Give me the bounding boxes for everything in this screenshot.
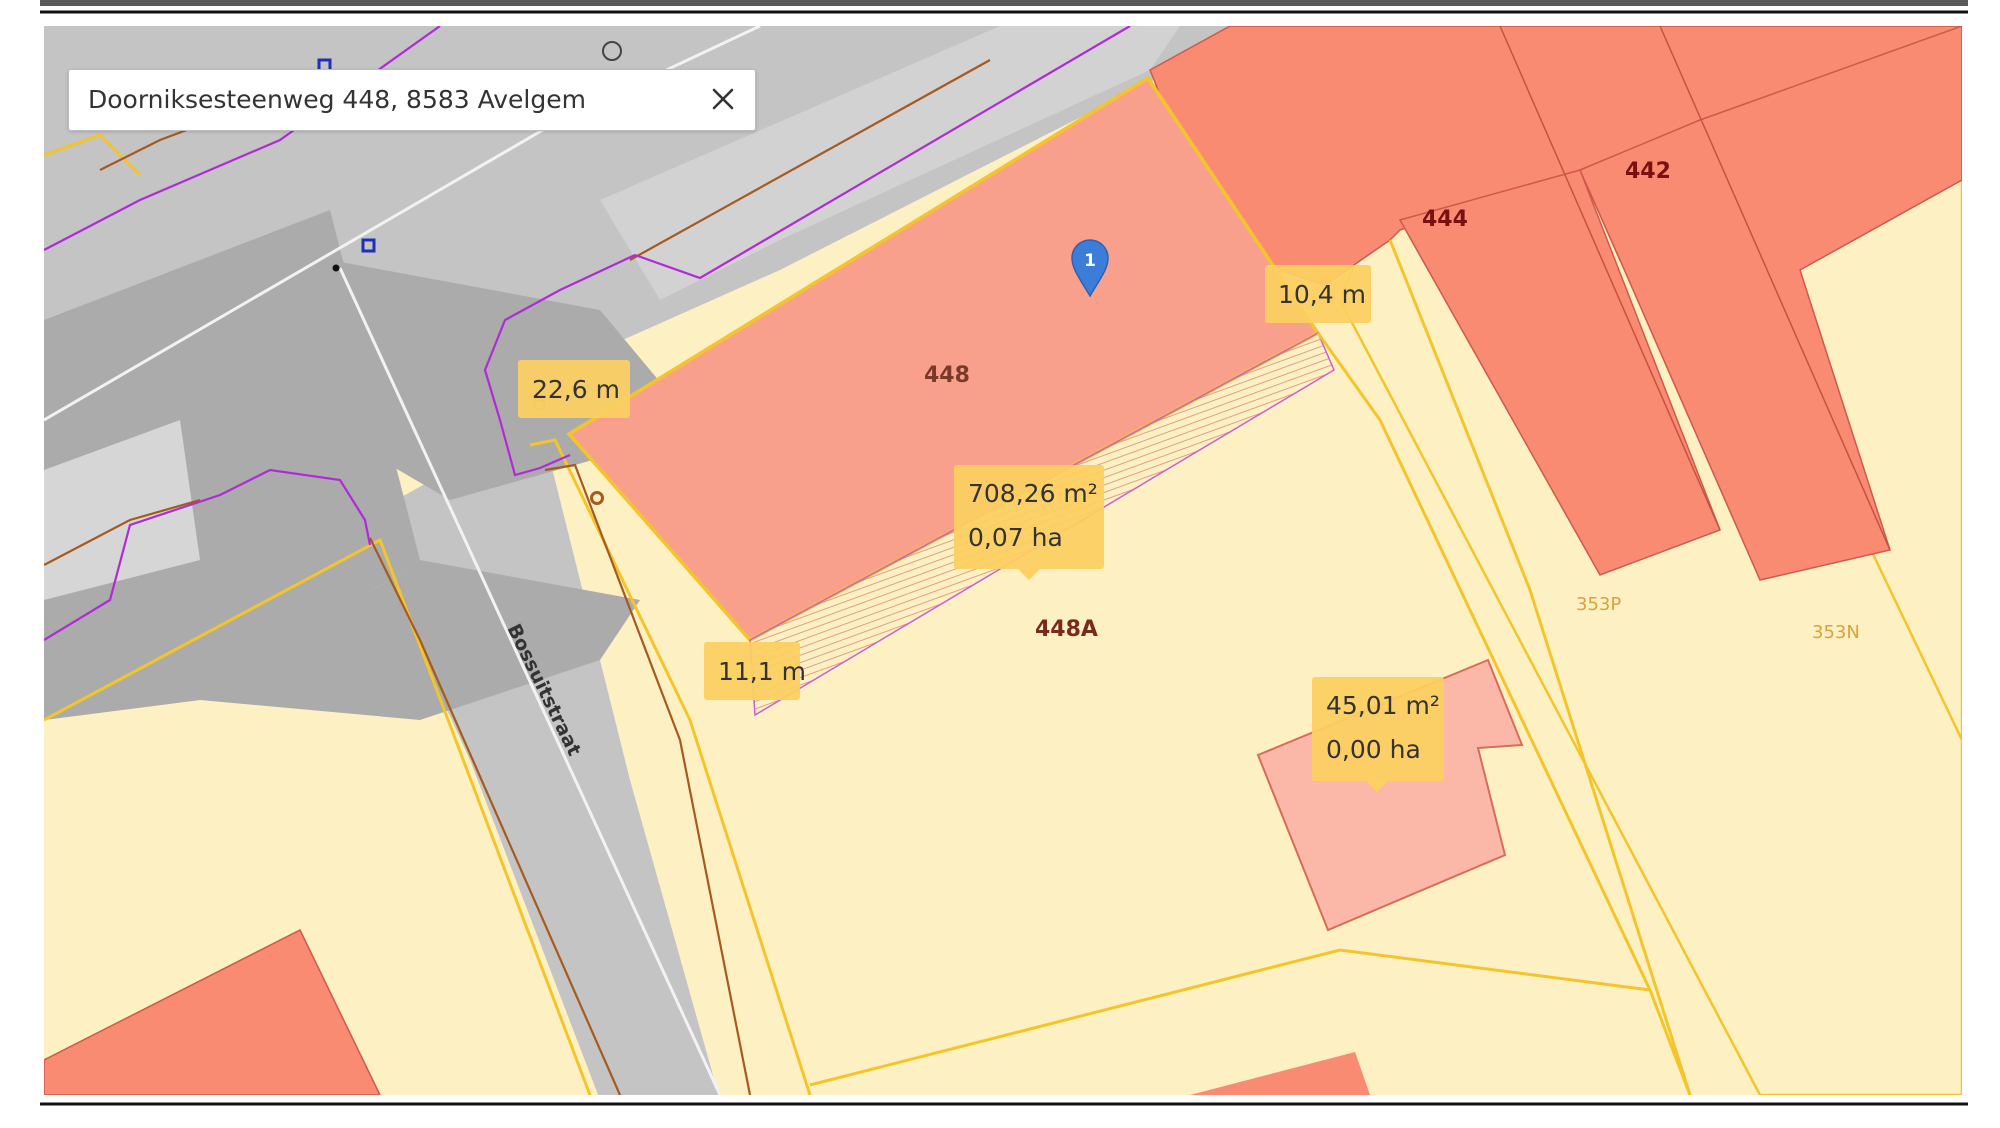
parcel-label-448a: 448A <box>1035 617 1098 642</box>
top-toolbar-strip <box>40 0 1968 6</box>
parcel-label-353p: 353P <box>1576 594 1621 615</box>
svg-text:10,4 m: 10,4 m <box>1278 280 1366 309</box>
measure-label-10-4: 10,4 m <box>1265 265 1371 323</box>
address-search-box <box>68 69 756 131</box>
close-icon <box>712 88 734 110</box>
map-canvas[interactable]: Bossuitstraat 448 448A 444 442 353P 353N… <box>0 0 2000 1128</box>
measure-label-22-6: 22,6 m <box>518 360 630 418</box>
parcel-label-442: 442 <box>1625 159 1671 184</box>
address-search-input[interactable] <box>69 70 689 128</box>
svg-text:22,6 m: 22,6 m <box>532 375 620 404</box>
svg-text:0,00 ha: 0,00 ha <box>1326 735 1421 764</box>
measure-label-11-1: 11,1 m <box>704 642 806 700</box>
area-label-45: 45,01 m² 0,00 ha <box>1312 677 1444 792</box>
svg-text:11,1 m: 11,1 m <box>718 657 806 686</box>
area-label-708: 708,26 m² 0,07 ha <box>954 465 1104 580</box>
parcel-label-353n: 353N <box>1812 622 1860 643</box>
svg-text:45,01 m²: 45,01 m² <box>1326 691 1440 720</box>
parcel-label-448: 448 <box>924 363 970 388</box>
svg-text:0,07 ha: 0,07 ha <box>968 523 1063 552</box>
vertex-dot <box>332 264 340 272</box>
map-pin-label: 1 <box>1084 251 1096 271</box>
clear-search-button[interactable] <box>703 79 743 119</box>
svg-text:708,26 m²: 708,26 m² <box>968 479 1098 508</box>
parcel-label-444: 444 <box>1422 207 1468 232</box>
